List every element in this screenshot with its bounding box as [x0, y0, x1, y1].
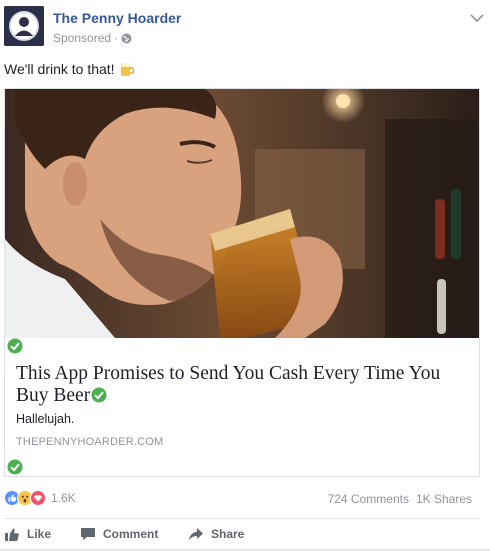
chevron-down-icon[interactable] [470, 10, 484, 23]
comment-icon [80, 526, 96, 542]
link-subtitle: Hallelujah. [16, 412, 75, 426]
engagement-stats: 724 Comments 1K Shares [328, 492, 472, 506]
meta-separator: · [114, 31, 119, 45]
page-avatar[interactable] [4, 6, 44, 46]
link-preview-image[interactable] [5, 89, 479, 338]
shares-count-link[interactable]: 1K Shares [416, 492, 472, 506]
like-label: Like [27, 527, 52, 541]
share-label: Share [211, 527, 245, 541]
verified-check-icon [91, 387, 107, 403]
post-text: We'll drink to that! [4, 61, 115, 77]
globe-icon [121, 33, 132, 44]
divider [4, 518, 480, 519]
link-headline-text[interactable]: This App Promises to Send You Cash Every… [16, 363, 440, 406]
verified-check-icon [7, 338, 23, 354]
link-headline[interactable]: This App Promises to Send You Cash Every… [16, 363, 466, 407]
comments-count-link[interactable]: 724 Comments [328, 492, 409, 506]
comment-button[interactable]: Comment [80, 526, 158, 542]
sponsored-post: The Penny Hoarder Sponsored · We'll drin… [0, 0, 490, 551]
share-button[interactable]: Share [188, 526, 244, 542]
post-meta: Sponsored · [53, 31, 132, 45]
post-message: We'll drink to that! [4, 61, 135, 77]
reaction-summary[interactable]: 1.6K [4, 490, 76, 506]
beer-mug-icon [119, 61, 135, 77]
link-domain: THEPENNYHOARDER.COM [16, 436, 164, 448]
sponsored-label[interactable]: Sponsored [53, 31, 111, 45]
thumbs-up-icon [4, 526, 20, 542]
like-button[interactable]: Like [4, 526, 51, 542]
action-bar: Like Comment Share [4, 522, 480, 546]
comment-label: Comment [103, 527, 159, 541]
link-preview-card[interactable]: This App Promises to Send You Cash Every… [4, 88, 480, 477]
page-name-link[interactable]: The Penny Hoarder [53, 10, 181, 26]
reaction-count[interactable]: 1.6K [51, 491, 76, 505]
share-arrow-icon [188, 526, 204, 542]
verified-check-icon [7, 459, 23, 475]
love-reaction-icon [30, 490, 46, 506]
